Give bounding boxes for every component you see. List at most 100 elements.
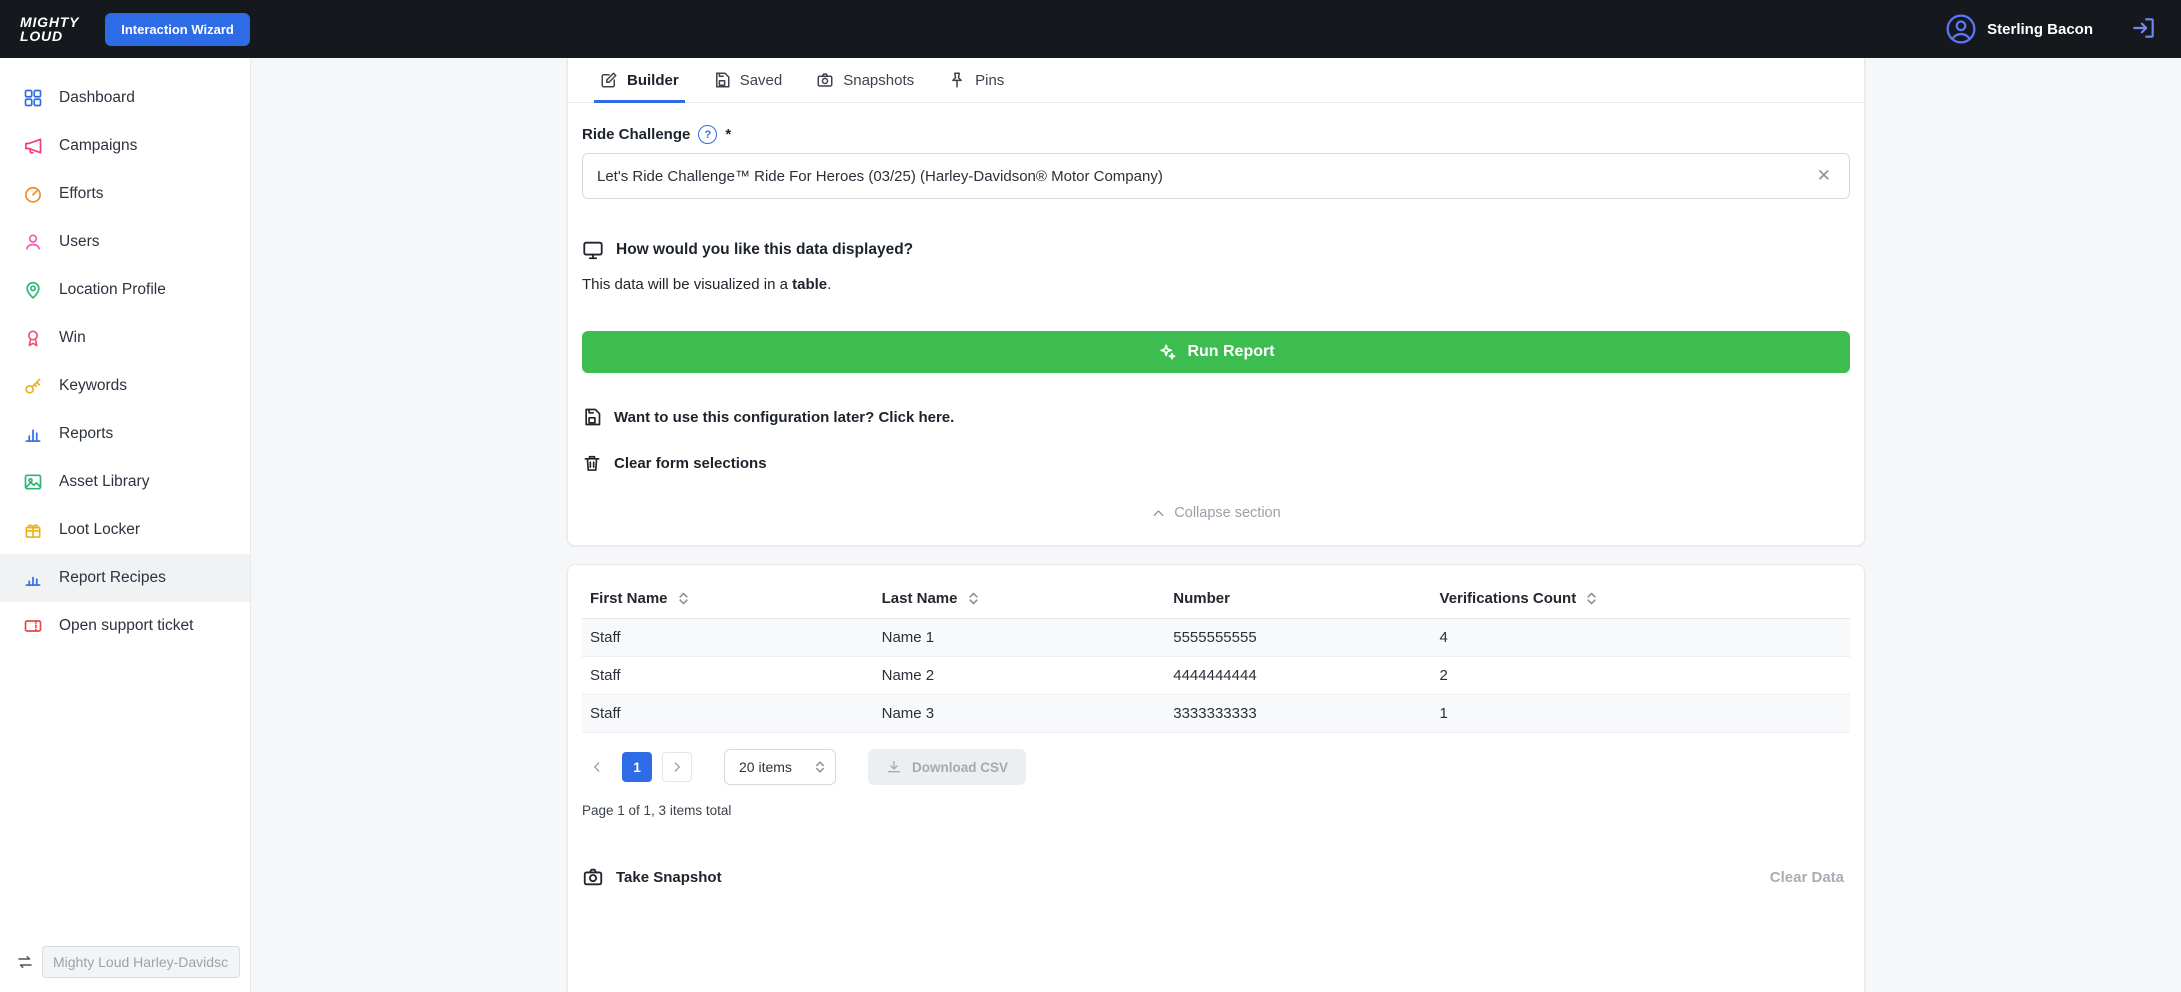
column-header-verifications-count[interactable]: Verifications Count [1432, 579, 1850, 619]
previous-page-button[interactable] [582, 752, 612, 782]
download-csv-button[interactable]: Download CSV [868, 749, 1026, 785]
sidebar-item-location-profile[interactable]: Location Profile [0, 266, 250, 314]
page-size-value: 20 items [739, 759, 792, 775]
ride-challenge-label: Ride Challenge [582, 126, 690, 143]
save-config-label: Want to use this configuration later? Cl… [614, 409, 954, 426]
sidebar-item-label: Loot Locker [59, 521, 140, 539]
take-snapshot-label: Take Snapshot [616, 869, 722, 886]
table-row: Staff Name 1 5555555555 4 [582, 619, 1850, 657]
column-label: First Name [590, 590, 668, 607]
stepper-icon [815, 759, 825, 775]
report-results-card: First Name Last Name [567, 564, 1865, 992]
report-recipes-icon [22, 567, 44, 589]
trash-icon [582, 453, 602, 473]
sidebar-item-label: Report Recipes [59, 569, 166, 587]
cell-verifications-count: 2 [1432, 657, 1850, 695]
ride-challenge-select[interactable]: Let's Ride Challenge™ Ride For Heroes (0… [582, 153, 1850, 199]
report-builder-card: Builder Saved Snapshots [567, 58, 1865, 546]
take-snapshot-link[interactable]: Take Snapshot [582, 866, 722, 888]
cell-last-name: Name 3 [874, 695, 1166, 733]
tab-pins[interactable]: Pins [942, 58, 1010, 103]
current-page-button[interactable]: 1 [622, 752, 652, 782]
cell-last-name: Name 2 [874, 657, 1166, 695]
page-size-select[interactable]: 20 items [724, 749, 836, 785]
cell-first-name: Staff [582, 695, 874, 733]
sidebar-item-campaigns[interactable]: Campaigns [0, 122, 250, 170]
required-asterisk: * [725, 126, 731, 143]
logout-icon [2131, 15, 2157, 41]
table-row: Staff Name 2 4444444444 2 [582, 657, 1850, 695]
viz-description: This data will be visualized in a table. [582, 276, 1850, 293]
interaction-wizard-button[interactable]: Interaction Wizard [105, 13, 250, 46]
tab-label: Pins [975, 72, 1004, 89]
column-header-first-name[interactable]: First Name [582, 579, 874, 619]
sidebar-item-reports[interactable]: Reports [0, 410, 250, 458]
swap-icon[interactable] [16, 953, 34, 971]
gift-icon [22, 519, 44, 541]
sidebar-item-win[interactable]: Win [0, 314, 250, 362]
sidebar-item-efforts[interactable]: Efforts [0, 170, 250, 218]
user-menu[interactable]: Sterling Bacon [1945, 13, 2093, 45]
sidebar-item-label: Keywords [59, 377, 127, 395]
main-content: Builder Saved Snapshots [251, 58, 2181, 992]
gauge-icon [22, 183, 44, 205]
sidebar-item-open-support-ticket[interactable]: Open support ticket [0, 602, 250, 650]
sidebar-item-label: Location Profile [59, 281, 166, 299]
clear-form-label: Clear form selections [614, 455, 767, 472]
run-report-label: Run Report [1187, 343, 1274, 361]
sidebar-item-keywords[interactable]: Keywords [0, 362, 250, 410]
sidebar-item-label: Asset Library [59, 473, 149, 491]
next-page-button[interactable] [662, 752, 692, 782]
column-label: Last Name [882, 590, 958, 607]
clear-selection-icon[interactable]: ✕ [1813, 164, 1835, 188]
display-question-row: How would you like this data displayed? [582, 239, 1850, 261]
pagination: 1 20 items Download CSV [582, 749, 1850, 785]
snapshot-row: Take Snapshot Clear Data [582, 866, 1850, 888]
sidebar-item-label: Campaigns [59, 137, 137, 155]
sidebar-item-asset-library[interactable]: Asset Library [0, 458, 250, 506]
chevron-up-icon [1151, 506, 1166, 521]
sidebar-item-report-recipes[interactable]: Report Recipes [0, 554, 250, 602]
logout-button[interactable] [2127, 11, 2161, 48]
clear-data-button[interactable]: Clear Data [1764, 868, 1850, 887]
sidebar-item-label: Win [59, 329, 86, 347]
page-summary: Page 1 of 1, 3 items total [582, 803, 1850, 818]
sidebar-item-label: Dashboard [59, 89, 135, 107]
cell-number: 5555555555 [1165, 619, 1431, 657]
tab-builder[interactable]: Builder [594, 58, 685, 103]
sidebar-item-label: Open support ticket [59, 617, 193, 635]
display-question-text: How would you like this data displayed? [616, 241, 913, 259]
mighty-loud-logo: MIGHTY LOUD [20, 15, 79, 44]
save-config-icon [582, 407, 602, 427]
save-icon [713, 71, 731, 89]
run-report-button[interactable]: Run Report [582, 331, 1850, 373]
snapshot-camera-icon [582, 866, 604, 888]
clear-form-link[interactable]: Clear form selections [582, 453, 1850, 473]
edit-square-icon [600, 71, 618, 89]
column-header-last-name[interactable]: Last Name [874, 579, 1166, 619]
cell-number: 4444444444 [1165, 657, 1431, 695]
help-icon[interactable]: ? [698, 125, 717, 144]
column-header-number[interactable]: Number [1165, 579, 1431, 619]
tab-saved[interactable]: Saved [707, 58, 789, 103]
cell-number: 3333333333 [1165, 695, 1431, 733]
column-label: Number [1173, 590, 1230, 607]
download-icon [886, 759, 902, 775]
megaphone-icon [22, 135, 44, 157]
map-pin-icon [22, 279, 44, 301]
sidebar-item-loot-locker[interactable]: Loot Locker [0, 506, 250, 554]
ride-challenge-label-row: Ride Challenge ? * [582, 125, 1850, 144]
tab-snapshots[interactable]: Snapshots [810, 58, 920, 103]
topbar: MIGHTY LOUD Interaction Wizard Sterling … [0, 0, 2181, 58]
collapse-section-toggle[interactable]: Collapse section [582, 505, 1850, 521]
org-switcher[interactable]: Mighty Loud Harley-Davidsc [42, 946, 240, 978]
tab-label: Saved [740, 72, 783, 89]
cell-last-name: Name 1 [874, 619, 1166, 657]
save-configuration-link[interactable]: Want to use this configuration later? Cl… [582, 407, 1850, 427]
logo-line-2: LOUD [20, 29, 79, 43]
sidebar-item-users[interactable]: Users [0, 218, 250, 266]
tab-label: Builder [627, 72, 679, 89]
sidebar-item-dashboard[interactable]: Dashboard [0, 74, 250, 122]
table-row: Staff Name 3 3333333333 1 [582, 695, 1850, 733]
column-label: Verifications Count [1440, 590, 1577, 607]
